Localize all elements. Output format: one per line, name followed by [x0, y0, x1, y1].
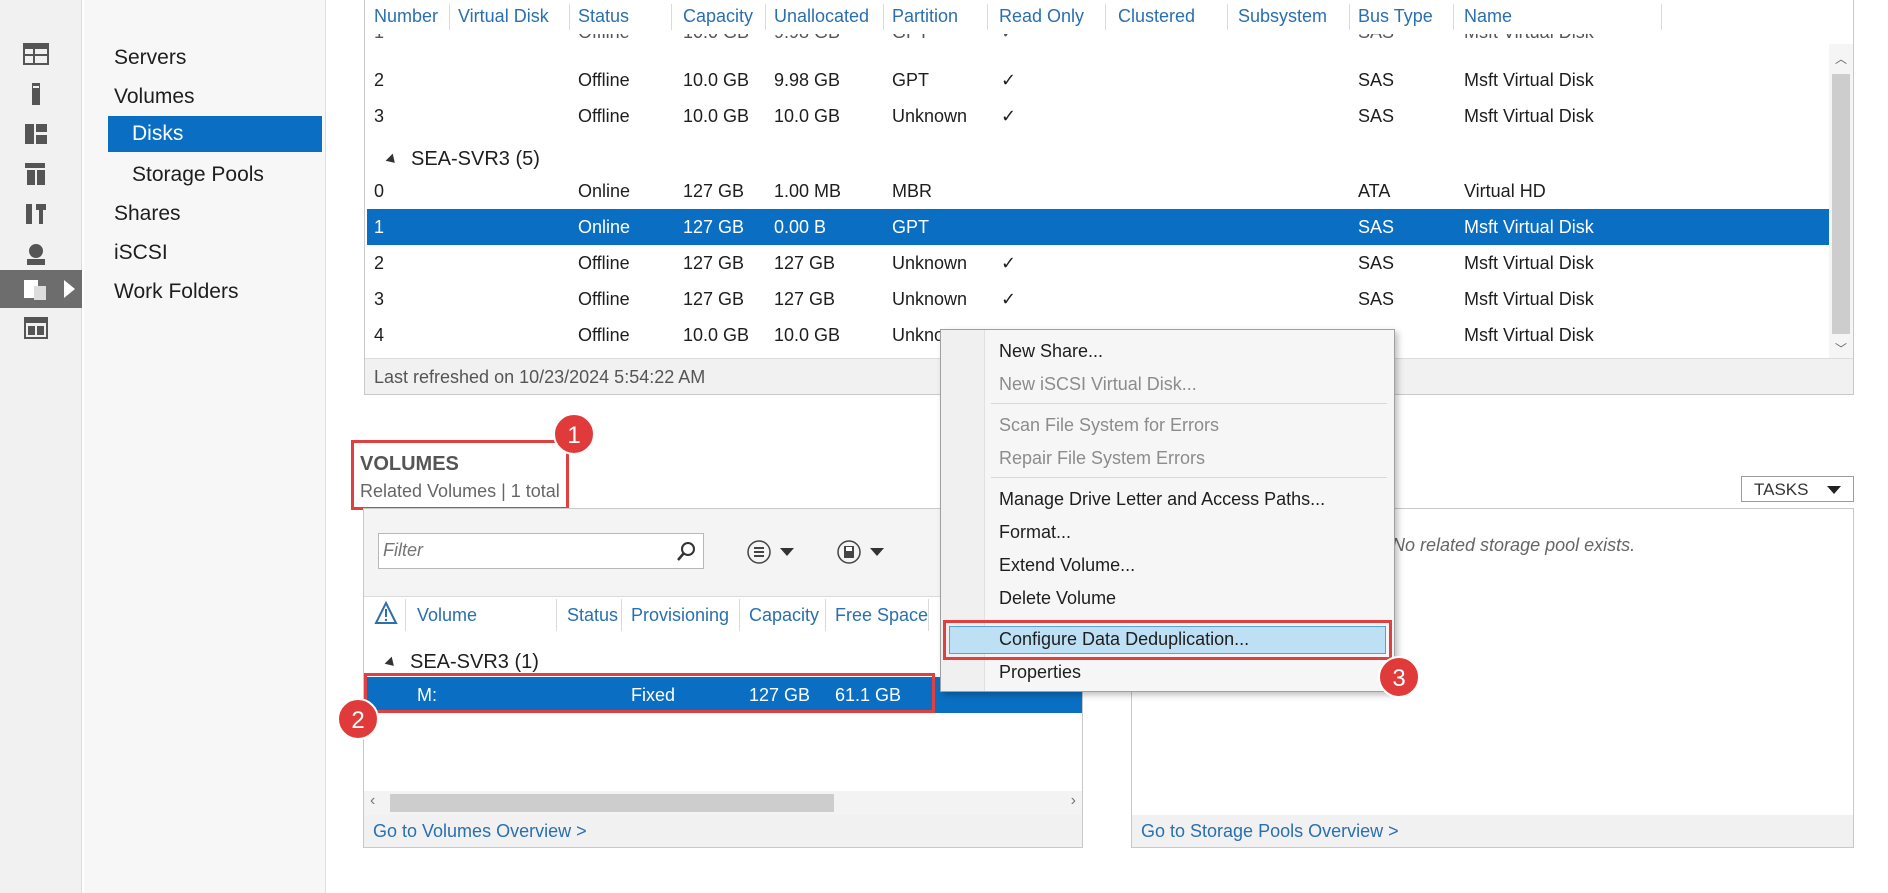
menu-item-format[interactable]: Format... — [999, 522, 1071, 543]
menu-item-new-iscsi-virtual-disk[interactable]: New iSCSI Virtual Disk... — [999, 374, 1197, 395]
table-row[interactable]: 3 Offline 10.0 GB 10.0 GB Unknown ✓ SAS … — [367, 98, 1829, 134]
column-header-partition[interactable]: Partition — [892, 6, 958, 27]
column-header-provisioning[interactable]: Provisioning — [631, 605, 729, 626]
chevron-down-icon — [1827, 486, 1841, 494]
callout-badge-1: 1 — [553, 413, 595, 455]
column-header-virtual-disk[interactable]: Virtual Disk — [458, 6, 549, 27]
column-header-name[interactable]: Name — [1464, 6, 1512, 27]
volumes-footer: Go to Volumes Overview > — [364, 815, 1082, 847]
file-storage-services-icon[interactable] — [18, 273, 54, 305]
roles-icon[interactable] — [18, 198, 54, 230]
filter-input[interactable] — [383, 534, 663, 566]
nav-item-servers[interactable]: Servers — [114, 40, 186, 76]
column-header-status[interactable]: Status — [567, 605, 618, 626]
disks-vertical-scrollbar[interactable]: ︿ ﹀ — [1829, 44, 1853, 359]
menu-item-scan-file-system[interactable]: Scan File System for Errors — [999, 415, 1219, 436]
menu-item-extend-volume[interactable]: Extend Volume... — [999, 555, 1135, 576]
collapse-triangle-icon[interactable] — [385, 153, 399, 167]
server-manager-icon-rail — [0, 0, 82, 893]
last-refreshed-text: Last refreshed on 10/23/2024 5:54:22 AM — [374, 367, 706, 387]
column-header-status[interactable]: Status — [578, 6, 629, 27]
nav-item-shares[interactable]: Shares — [114, 196, 181, 232]
go-to-storage-pools-overview-link[interactable]: Go to Storage Pools Overview > — [1141, 821, 1399, 842]
menu-item-new-share[interactable]: New Share... — [999, 341, 1103, 362]
scroll-up-icon[interactable]: ︿ — [1835, 50, 1847, 67]
column-header-unallocated[interactable]: Unallocated — [774, 6, 869, 27]
warning-sort-icon[interactable] — [374, 601, 398, 627]
collapse-triangle-icon[interactable] — [384, 656, 398, 670]
volumes-subtitle: Related Volumes | 1 total — [360, 481, 560, 501]
expand-arrow-icon[interactable] — [64, 280, 75, 298]
no-storage-pool-text: No related storage pool exists. — [1392, 535, 1636, 555]
menu-item-delete-volume[interactable]: Delete Volume — [999, 588, 1116, 609]
storage-icon[interactable] — [18, 312, 54, 344]
callout-badge-2: 2 — [337, 698, 379, 740]
nav-item-volumes[interactable]: Volumes — [114, 79, 195, 115]
column-header-read-only[interactable]: Read Only — [999, 6, 1084, 27]
chevron-down-icon — [870, 548, 884, 556]
navigation-panel: Servers Volumes Disks Storage Pools Shar… — [84, 0, 326, 893]
volumes-title: VOLUMES — [360, 453, 459, 475]
tasks-dropdown[interactable]: TASKS — [1741, 476, 1854, 502]
volumes-heading-highlight: VOLUMES Related Volumes | 1 total — [351, 440, 569, 510]
table-row[interactable]: 2 Offline 10.0 GB 9.98 GB GPT ✓ SAS Msft… — [367, 62, 1829, 98]
table-row[interactable]: 0 Online 127 GB 1.00 MB MBR ATA Virtual … — [367, 173, 1829, 209]
group-header-sea-svr3[interactable]: SEA-SVR3 (5) — [385, 148, 540, 171]
dashboard-icon[interactable] — [18, 38, 54, 70]
list-options-button[interactable] — [746, 539, 794, 565]
column-header-free-space[interactable]: Free Space — [835, 605, 928, 626]
iis-icon[interactable] — [18, 238, 54, 270]
group-header-sea-svr3[interactable]: SEA-SVR3 (1) — [384, 651, 539, 674]
scrollbar-thumb[interactable] — [390, 794, 834, 812]
list-options-icon — [747, 540, 771, 564]
table-row[interactable]: 3 Offline 127 GB 127 GB Unknown ✓ SAS Ms… — [367, 281, 1829, 317]
nav-item-storage-pools[interactable]: Storage Pools — [132, 157, 264, 193]
nav-item-disks[interactable]: Disks — [108, 116, 322, 152]
callout-badge-3: 3 — [1378, 656, 1420, 698]
scroll-left-icon[interactable]: ‹ — [370, 792, 375, 810]
column-header-clustered[interactable]: Clustered — [1118, 6, 1195, 27]
nav-item-iscsi[interactable]: iSCSI — [114, 235, 168, 271]
volumes-horizontal-scrollbar[interactable]: ‹ › — [364, 791, 1082, 815]
chevron-down-icon — [780, 548, 794, 556]
menu-item-properties[interactable]: Properties — [999, 662, 1081, 683]
nav-item-work-folders[interactable]: Work Folders — [114, 274, 238, 310]
scroll-down-icon[interactable]: ﹀ — [1835, 340, 1847, 357]
filter-box[interactable] — [378, 533, 704, 569]
menu-item-manage-drive-letter[interactable]: Manage Drive Letter and Access Paths... — [999, 489, 1325, 510]
all-servers-icon[interactable] — [18, 118, 54, 150]
table-row[interactable]: 2 Offline 127 GB 127 GB Unknown ✓ SAS Ms… — [367, 245, 1829, 281]
search-icon[interactable] — [675, 541, 697, 563]
table-row-partial[interactable]: 1 Offline 10.0 GB 9.98 GB GPT ✓ SAS Msft… — [367, 34, 1829, 46]
column-header-volume[interactable]: Volume — [417, 605, 477, 626]
context-menu: New Share... New iSCSI Virtual Disk... S… — [940, 329, 1395, 692]
column-header-capacity[interactable]: Capacity — [749, 605, 819, 626]
column-header-bus-type[interactable]: Bus Type — [1358, 6, 1433, 27]
save-icon — [837, 540, 861, 564]
local-server-icon[interactable] — [18, 78, 54, 110]
volume-row-highlight — [364, 673, 935, 713]
scroll-right-icon[interactable]: › — [1071, 792, 1076, 810]
scrollbar-thumb[interactable] — [1832, 74, 1850, 334]
server-group-icon[interactable] — [18, 158, 54, 190]
column-header-capacity[interactable]: Capacity — [683, 6, 753, 27]
table-row-selected[interactable]: 1 Online 127 GB 0.00 B GPT SAS Msft Virt… — [367, 209, 1829, 245]
go-to-volumes-overview-link[interactable]: Go to Volumes Overview > — [373, 821, 587, 842]
column-header-subsystem[interactable]: Subsystem — [1238, 6, 1327, 27]
menu-item-configure-data-deduplication[interactable]: Configure Data Deduplication... — [999, 629, 1249, 650]
menu-item-repair-file-system[interactable]: Repair File System Errors — [999, 448, 1205, 469]
save-query-button[interactable] — [836, 539, 884, 565]
column-header-number[interactable]: Number — [374, 6, 438, 27]
